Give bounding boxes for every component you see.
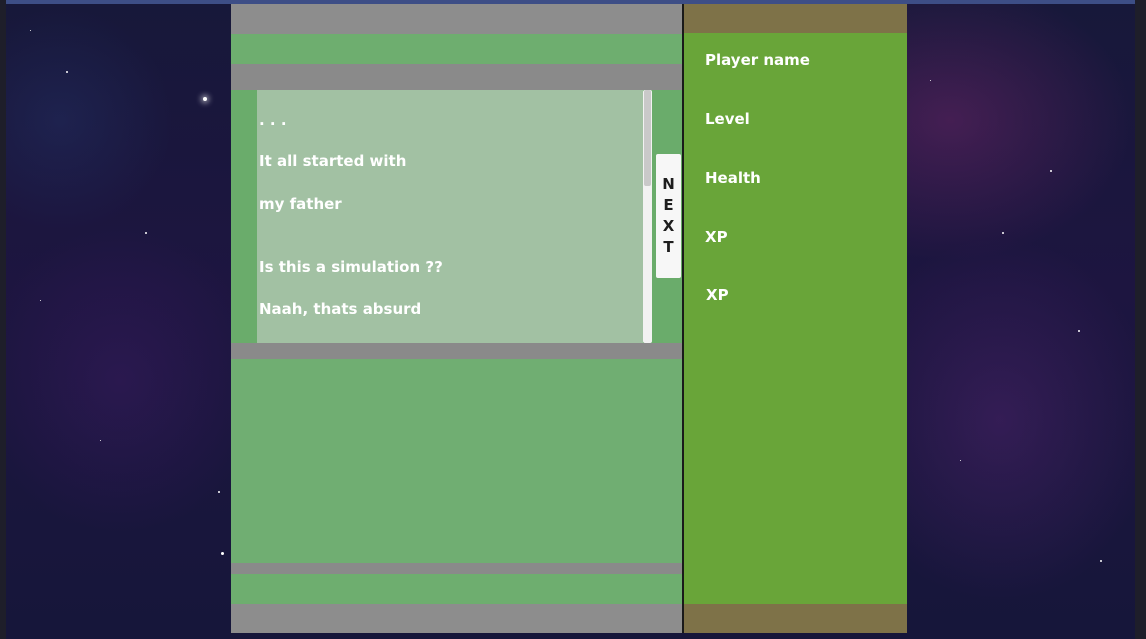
gray-bar: [231, 343, 682, 359]
star: [960, 460, 961, 461]
gray-bar: [231, 64, 682, 90]
xp-label: XP: [705, 228, 728, 246]
star: [221, 552, 224, 555]
story-line: my father: [259, 195, 342, 213]
star: [203, 97, 207, 101]
star: [66, 71, 68, 73]
story-line: Naah, thats absurd: [259, 300, 422, 318]
health-label: Health: [705, 169, 761, 187]
star: [1078, 330, 1080, 332]
player-name-label: Player name: [705, 51, 810, 69]
story-line: . . .: [259, 111, 287, 129]
star: [1002, 232, 1004, 234]
story-scrollbar[interactable]: [643, 90, 652, 343]
stats-top-bar: [684, 4, 907, 33]
star: [1050, 170, 1052, 172]
star: [1100, 560, 1102, 562]
stats-panel: Player name Level Health XP XP: [684, 33, 907, 604]
star: [30, 30, 31, 31]
next-button[interactable]: N E X T: [656, 154, 681, 278]
xp-label: XP: [706, 286, 729, 304]
star: [40, 300, 41, 301]
bottom-gray-bar: [231, 604, 682, 633]
window-right-border: [1135, 0, 1146, 639]
next-button-letter: T: [663, 238, 674, 256]
scrollbar-thumb[interactable]: [644, 90, 651, 186]
top-gray-bar: [231, 4, 682, 34]
center-panel: . . . It all started with my father Is t…: [231, 4, 682, 633]
star: [100, 440, 101, 441]
level-label: Level: [705, 110, 750, 128]
story-text-box[interactable]: . . . It all started with my father Is t…: [257, 90, 643, 343]
lower-green-area: [231, 359, 682, 563]
stats-bottom-bar: [684, 604, 907, 633]
window-left-border: [0, 0, 6, 639]
story-line: Is this a simulation ??: [259, 258, 443, 276]
next-button-letter: X: [662, 217, 675, 235]
star: [218, 491, 220, 493]
star: [145, 232, 147, 234]
top-green-band: [231, 34, 682, 64]
bottom-green-band: [231, 574, 682, 604]
star: [930, 80, 931, 81]
story-line: It all started with: [259, 152, 407, 170]
next-button-letter: N: [662, 175, 675, 193]
gray-bar: [231, 563, 682, 574]
next-button-letter: E: [663, 196, 674, 214]
